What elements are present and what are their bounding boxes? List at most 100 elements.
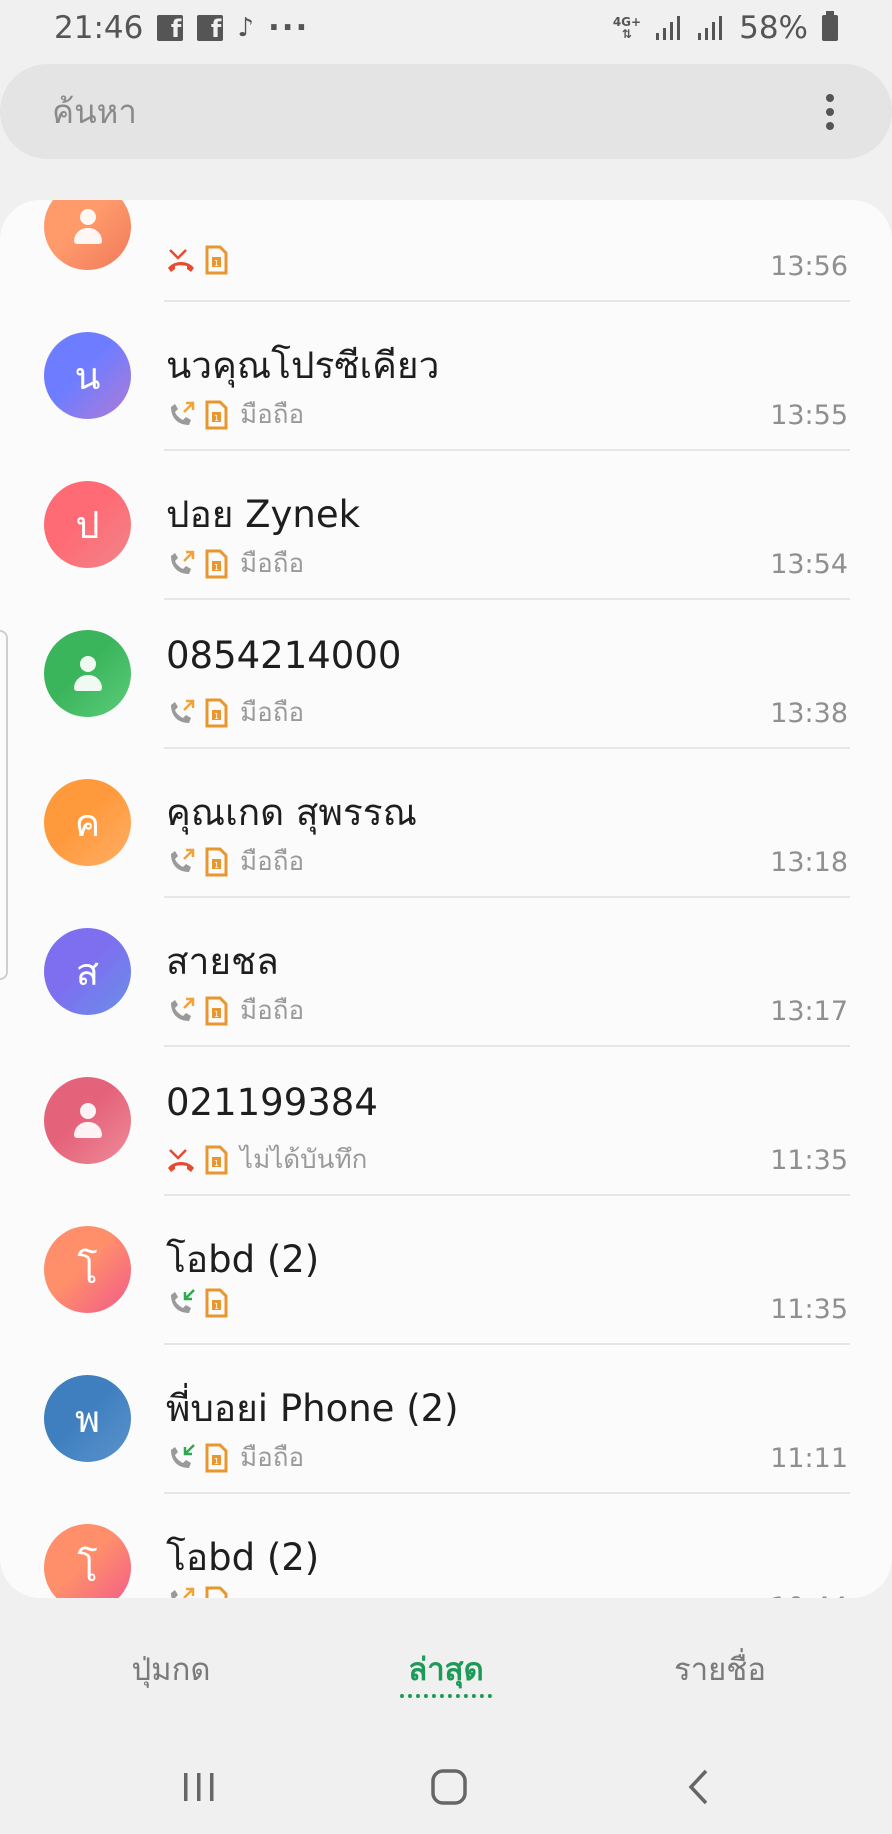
signal-icon (656, 16, 681, 40)
avatar[interactable]: ส (44, 928, 131, 1015)
tab-contacts[interactable]: รายชื่อ (674, 1644, 766, 1694)
sim-card-icon: 1 (204, 698, 228, 728)
more-options-icon[interactable] (826, 93, 834, 130)
call-time: 13:55 (770, 400, 848, 431)
contact-name: สายชล (166, 940, 279, 983)
back-icon[interactable] (674, 1762, 724, 1812)
tiktok-icon: ♪ (237, 13, 254, 43)
call-time: 13:38 (770, 698, 848, 729)
svg-text:1: 1 (214, 563, 219, 572)
svg-text:1: 1 (214, 1302, 219, 1311)
call-meta: 1 มือถือ (166, 1437, 304, 1478)
missed-call-icon (166, 246, 196, 274)
tab-active-indicator (400, 1694, 492, 1698)
number-type: มือถือ (240, 1443, 305, 1473)
svg-text:1: 1 (214, 861, 219, 870)
bottom-tabs: ปุ่มกด ล่าสุด รายชื่อ (0, 1630, 892, 1710)
call-log-row[interactable]: 021199384 1 ไม่ได้บันทึก 11:35 (0, 1047, 892, 1196)
avatar[interactable]: ป (44, 481, 131, 568)
call-meta: 1 ไม่ได้บันทึก (166, 1139, 367, 1180)
outgoing-call-icon (166, 401, 196, 429)
call-meta: 1 (166, 245, 240, 275)
status-time: 21:46 (54, 10, 144, 46)
sim-card-icon: 1 (204, 549, 228, 579)
call-time: 13:17 (770, 996, 848, 1027)
network-type-icon: 4G+ ⇅ (612, 15, 642, 41)
call-time: 10:44 (770, 1592, 848, 1598)
home-icon[interactable] (424, 1762, 474, 1812)
avatar-initial: โ (77, 1546, 98, 1590)
call-meta: 1 มือถือ (166, 394, 304, 435)
number-type: ไม่ได้บันทึก (240, 1145, 368, 1175)
contact-name: ปอย Zynek (166, 493, 361, 536)
contact-name: นวคุณโปรซีเคียว (166, 344, 440, 387)
avatar[interactable] (44, 630, 131, 717)
call-time: 11:11 (770, 1443, 848, 1474)
call-log-row[interactable]: ป ปอย Zynek 1 มือถือ 13:54 (0, 451, 892, 600)
call-log-row[interactable]: พ พี่บอยi Phone (2) 1 มือถือ 11:11 (0, 1345, 892, 1494)
avatar[interactable]: โ (44, 1226, 131, 1313)
call-time: 13:54 (770, 549, 848, 580)
avatar[interactable]: ค (44, 779, 131, 866)
recent-calls-list[interactable]: 1 13:56 น นวคุณโปรซีเคียว 1 มือถือ 13:55… (0, 200, 892, 1598)
navigation-bar (0, 1740, 892, 1834)
battery-icon (822, 11, 838, 41)
edge-panel-handle[interactable] (0, 630, 8, 980)
call-log-row[interactable]: 1 13:56 (0, 200, 892, 302)
search-bar[interactable]: ค้นหา (0, 64, 892, 159)
avatar[interactable] (44, 1077, 131, 1164)
more-notifications-icon: ··· (267, 10, 310, 46)
person-icon (68, 207, 108, 247)
avatar-initial: ส (75, 950, 100, 994)
avatar[interactable]: น (44, 332, 131, 419)
contact-name: คุณเกด สุพรรณ (166, 791, 417, 834)
sim-card-icon: 1 (204, 847, 228, 877)
call-meta: 1 (166, 1288, 240, 1318)
status-bar: 21:46 f f ♪ ··· 4G+ ⇅ 58% (0, 0, 892, 56)
sim-card-icon: 1 (204, 245, 228, 275)
svg-text:1: 1 (214, 259, 219, 268)
call-list: 1 13:56 น นวคุณโปรซีเคียว 1 มือถือ 13:55… (0, 200, 892, 1598)
person-icon (68, 654, 108, 694)
call-meta: 1 มือถือ (166, 543, 304, 584)
call-time: 13:56 (770, 251, 848, 282)
call-time: 13:18 (770, 847, 848, 878)
tab-recent[interactable]: ล่าสุด (408, 1644, 483, 1694)
avatar[interactable]: โ (44, 1524, 131, 1598)
call-log-row[interactable]: ส สายชล 1 มือถือ 13:17 (0, 898, 892, 1047)
incoming-call-icon (166, 1289, 196, 1317)
call-time: 11:35 (770, 1145, 848, 1176)
contact-name: โอbd (2) (166, 1536, 320, 1579)
number-type: มือถือ (240, 549, 305, 579)
missed-call-icon (166, 1146, 196, 1174)
call-log-row[interactable]: 0854214000 1 มือถือ 13:38 (0, 600, 892, 749)
call-log-row[interactable]: โ โอbd (2) 1 11:35 (0, 1196, 892, 1345)
svg-text:1: 1 (214, 712, 219, 721)
call-meta: 1 มือถือ (166, 692, 304, 733)
sim-card-icon: 1 (204, 1443, 228, 1473)
outgoing-call-icon (166, 848, 196, 876)
search-input[interactable]: ค้นหา (52, 85, 137, 138)
sim-card-icon: 1 (204, 400, 228, 430)
call-time: 11:35 (770, 1294, 848, 1325)
sim-card-icon: 1 (204, 1288, 228, 1318)
incoming-call-icon (166, 1443, 196, 1472)
person-icon (68, 1101, 108, 1141)
status-left: 21:46 f f ♪ ··· (54, 10, 309, 46)
call-log-row[interactable]: น นวคุณโปรซีเคียว 1 มือถือ 13:55 (0, 302, 892, 451)
call-meta: 1 มือถือ (166, 841, 304, 882)
facebook-icon: f (157, 15, 184, 41)
number-type: มือถือ (240, 996, 305, 1026)
avatar-initial: พ (74, 1397, 101, 1441)
outgoing-call-icon (166, 1587, 196, 1598)
call-log-row[interactable]: ค คุณเกด สุพรรณ 1 มือถือ 13:18 (0, 749, 892, 898)
recent-apps-icon[interactable] (174, 1762, 224, 1812)
call-log-row[interactable]: โ โอbd (2) 1 10:44 (0, 1494, 892, 1598)
contact-name: 0854214000 (166, 634, 402, 677)
number-type: มือถือ (240, 847, 305, 877)
avatar[interactable]: พ (44, 1375, 131, 1462)
avatar[interactable] (44, 200, 131, 270)
signal-icon (698, 16, 723, 40)
svg-text:1: 1 (214, 1010, 219, 1019)
tab-keypad[interactable]: ปุ่มกด (131, 1644, 210, 1694)
